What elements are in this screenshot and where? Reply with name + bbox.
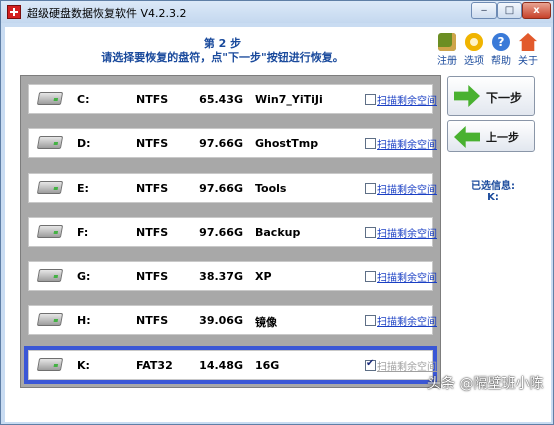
hard-disk-icon [36,136,64,149]
about-button[interactable]: 关于 [514,33,542,67]
hard-disk-icon [36,269,64,282]
about-label: 关于 [518,56,538,67]
scan-free-space-checkbox[interactable] [365,94,376,105]
selected-info-value: K: [487,192,499,203]
disk-filesystem: NTFS [136,137,169,150]
previous-step-button[interactable]: 上一步 [447,120,535,152]
disk-row-c[interactable]: C: NTFS 65.43G Win7_YiTiJi 扫描剩余空间 [28,84,437,114]
register-button[interactable]: 注册 [433,33,461,67]
window-title: 超级硬盘数据恢复软件 V4.2.3.2 [27,7,187,20]
app-logo-icon [7,5,21,19]
disk-filesystem: NTFS [136,314,169,327]
disk-filesystem: NTFS [136,270,169,283]
client-area: 第 2 步 请选择要恢复的盘符，点"下一步"按钮进行恢复。 注册 选项 ? 帮助… [5,27,551,422]
disk-size: 65.43G [199,93,243,106]
register-icon [438,33,456,51]
next-step-label: 下一步 [486,91,523,105]
disk-letter: E: [77,182,89,195]
scan-free-space-link[interactable]: 扫描剩余空间 [377,313,437,328]
scan-free-space-checkbox[interactable] [365,271,376,282]
arrow-left-icon [454,126,480,148]
help-icon: ? [492,33,510,51]
previous-step-label: 上一步 [486,131,519,144]
scan-free-space-checkbox[interactable] [365,358,376,371]
arrow-right-icon [454,85,480,107]
scan-free-space-checkbox[interactable] [365,183,376,194]
disk-label: GhostTmp [255,137,319,150]
scan-free-space-checkbox[interactable] [365,315,376,326]
options-button[interactable]: 选项 [460,33,488,67]
disk-letter: F: [77,226,89,239]
hard-disk-icon [36,313,64,326]
disk-filesystem: NTFS [136,93,169,106]
hard-disk-icon [36,358,64,371]
hard-disk-icon [36,225,64,238]
disk-letter: D: [77,137,91,150]
about-house-icon [519,33,537,51]
disk-size: 97.66G [199,226,243,239]
step-description: 请选择要恢复的盘符，点"下一步"按钮进行恢复。 [101,51,344,64]
options-gear-icon [465,33,483,51]
maximize-button[interactable]: □ [497,2,522,19]
scan-free-space-checkbox[interactable] [365,227,376,238]
scan-free-space-link[interactable]: 扫描剩余空间 [377,269,437,284]
selected-info: 已选信息: K: [445,181,541,203]
watermark-text: 头条 @隔壁班小陈 [427,376,544,392]
title-bar[interactable]: 超级硬盘数据恢复软件 V4.2.3.2 ‒ □ x [1,1,553,23]
disk-list: C: NTFS 65.43G Win7_YiTiJi 扫描剩余空间 D: NTF… [20,75,441,388]
scan-free-space-link[interactable]: 扫描剩余空间 [377,136,437,151]
disk-letter: K: [77,359,90,372]
hard-disk-icon [36,92,64,105]
disk-filesystem: FAT32 [136,359,173,372]
disk-row-k[interactable]: K: FAT32 14.48G 16G 扫描剩余空间 [28,350,437,380]
disk-filesystem: NTFS [136,182,169,195]
help-label: 帮助 [491,56,511,67]
disk-label: Win7_YiTiJi [255,93,323,106]
scan-free-space-checkbox[interactable] [365,138,376,149]
disk-row-d[interactable]: D: NTFS 97.66G GhostTmp 扫描剩余空间 [28,128,437,158]
disk-letter: C: [77,93,90,106]
disk-row-e[interactable]: E: NTFS 97.66G Tools 扫描剩余空间 [28,173,437,203]
register-label: 注册 [437,56,457,67]
scan-free-space-link[interactable]: 扫描剩余空间 [377,92,437,107]
disk-label: Tools [255,182,287,195]
disk-letter: G: [77,270,91,283]
disk-row-g[interactable]: G: NTFS 38.37G XP 扫描剩余空间 [28,261,437,291]
disk-label: 镜像 [255,316,277,329]
disk-label: XP [255,270,272,283]
disk-filesystem: NTFS [136,226,169,239]
selected-info-label: 已选信息: [471,181,515,192]
disk-size: 97.66G [199,182,243,195]
minimize-button[interactable]: ‒ [471,2,497,19]
disk-letter: H: [77,314,91,327]
disk-size: 38.37G [199,270,243,283]
help-button[interactable]: ? 帮助 [487,33,515,67]
app-window: 超级硬盘数据恢复软件 V4.2.3.2 ‒ □ x 第 2 步 请选择要恢复的盘… [0,0,554,425]
scan-free-space-link[interactable]: 扫描剩余空间 [377,181,437,196]
hard-disk-icon [36,181,64,194]
disk-label: Backup [255,226,301,239]
scan-free-space-link[interactable]: 扫描剩余空间 [377,358,437,373]
options-label: 选项 [464,56,484,67]
disk-row-f[interactable]: F: NTFS 97.66G Backup 扫描剩余空间 [28,217,437,247]
scan-free-space-link[interactable]: 扫描剩余空间 [377,225,437,240]
disk-row-h[interactable]: H: NTFS 39.06G 镜像 扫描剩余空间 [28,305,437,335]
next-step-button[interactable]: 下一步 [447,76,535,116]
disk-label: 16G [255,359,280,372]
disk-size: 14.48G [199,359,243,372]
disk-size: 97.66G [199,137,243,150]
disk-size: 39.06G [199,314,243,327]
close-button[interactable]: x [522,2,551,19]
